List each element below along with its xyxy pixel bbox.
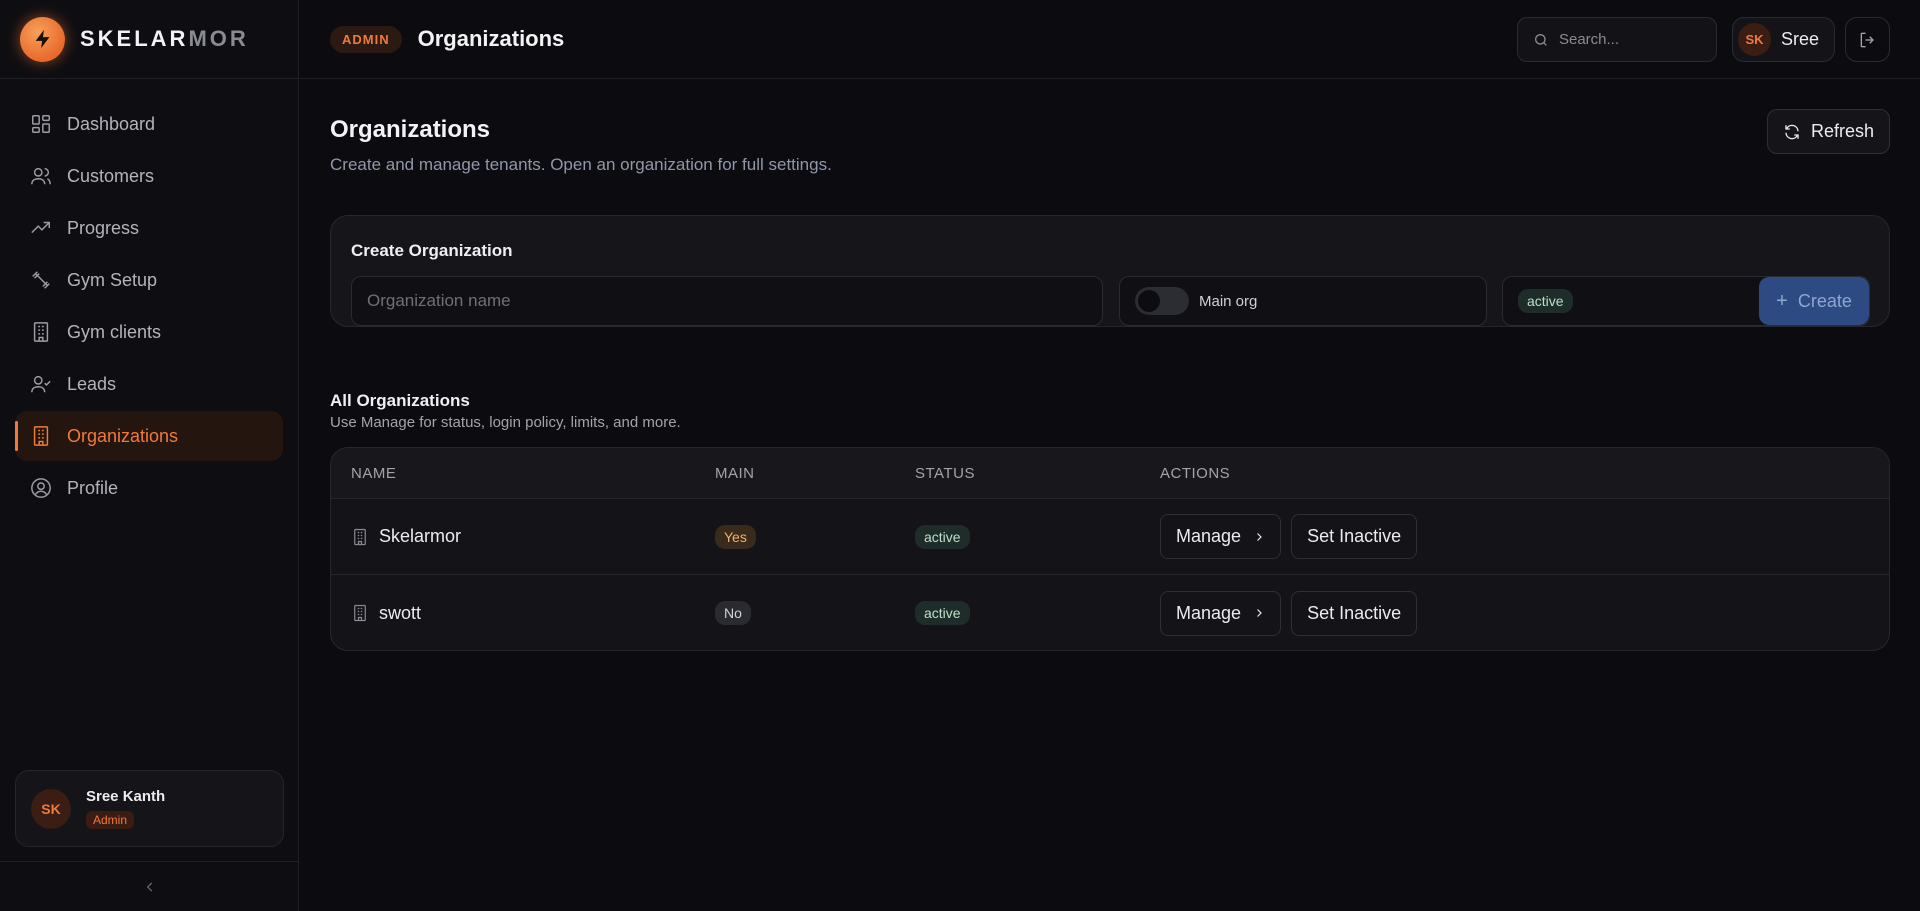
sidebar: SKELARMOR Dashboard Customers Progress G… (0, 0, 299, 911)
brand-name: SKELARMOR (80, 26, 249, 51)
lightning-icon (20, 16, 65, 62)
users-icon (30, 165, 52, 187)
admin-badge: ADMIN (330, 25, 402, 53)
all-organizations-title: All Organizations (330, 391, 470, 410)
table-row: swott No active Manage Set Inactive (331, 575, 1889, 650)
create-label: Create (1797, 290, 1852, 311)
page-subtitle: Create and manage tenants. Open an organ… (330, 155, 832, 174)
set-inactive-label: Set Inactive (1307, 602, 1402, 623)
avatar: SK (31, 788, 71, 829)
manage-label: Manage (1176, 526, 1242, 546)
plus-icon: + (1776, 289, 1788, 312)
role-badge: Admin (86, 811, 135, 829)
sidebar-item-label: Progress (67, 217, 140, 238)
sidebar-item-leads[interactable]: Leads (15, 359, 283, 409)
sidebar-item-progress[interactable]: Progress (15, 203, 283, 253)
sidebar-item-gym-setup[interactable]: Gym Setup (15, 255, 283, 305)
topbar: ADMIN Organizations Search... SK Sree (300, 0, 1920, 79)
organization-name-input[interactable] (351, 276, 1103, 326)
sidebar-item-label: Gym clients (67, 321, 162, 342)
status-badge: active (915, 601, 970, 625)
column-header-actions: ACTIONS (1160, 464, 1231, 482)
refresh-icon (1783, 123, 1801, 141)
refresh-label: Refresh (1810, 121, 1874, 141)
set-inactive-button[interactable]: Set Inactive (1291, 514, 1418, 559)
sidebar-item-gym-clients[interactable]: Gym clients (15, 307, 283, 357)
search-icon (1533, 32, 1549, 48)
status-badge: active (1518, 289, 1573, 313)
avatar: SK (1737, 23, 1771, 56)
building-icon (351, 528, 369, 546)
column-header-name: NAME (351, 464, 397, 482)
org-name-cell: swott (351, 603, 421, 624)
row-actions: Manage Set Inactive (1160, 590, 1418, 636)
main-org-toggle[interactable] (1135, 287, 1189, 315)
main-badge: No (715, 601, 751, 625)
sidebar-item-label: Organizations (67, 425, 179, 446)
user-meta: Sree Kanth Admin (86, 788, 165, 829)
org-name-cell: Skelarmor (351, 526, 461, 547)
logout-icon (1858, 30, 1878, 50)
user-check-icon (30, 373, 52, 395)
search-placeholder: Search... (1558, 31, 1619, 48)
manage-button[interactable]: Manage (1160, 514, 1282, 559)
table-row: Skelarmor Yes active Manage Set Inactive (331, 499, 1889, 575)
sidebar-item-customers[interactable]: Customers (15, 151, 283, 201)
user-name: Sree (1780, 29, 1819, 49)
main-content: Organizations Create and manage tenants.… (330, 79, 1890, 651)
sidebar-item-label: Customers (67, 165, 155, 186)
sidebar-item-organizations[interactable]: Organizations (15, 411, 283, 461)
main-badge: Yes (715, 524, 756, 549)
page-header: Organizations Create and manage tenants.… (330, 79, 1890, 175)
logout-button[interactable] (1845, 17, 1890, 62)
refresh-button[interactable]: Refresh (1766, 109, 1890, 154)
column-header-status: STATUS (915, 464, 975, 482)
user-menu-button[interactable]: SK Sree (1731, 17, 1835, 62)
sidebar-item-label: Gym Setup (67, 269, 158, 290)
chevron-right-icon (1253, 531, 1265, 543)
sidebar-nav: Dashboard Customers Progress Gym Setup G… (0, 79, 298, 513)
all-organizations-subtitle: Use Manage for status, login policy, lim… (330, 414, 681, 431)
dashboard-icon (30, 113, 52, 135)
organizations-table: NAME MAIN STATUS ACTIONS Skelarmor Yes a… (330, 447, 1890, 651)
building-icon (351, 604, 369, 622)
row-actions: Manage Set Inactive (1160, 514, 1418, 559)
user-circle-icon (30, 477, 52, 499)
status-field[interactable]: active + Create (1502, 276, 1870, 326)
set-inactive-button[interactable]: Set Inactive (1291, 590, 1418, 636)
trending-up-icon (30, 217, 52, 239)
sidebar-item-label: Dashboard (67, 113, 156, 134)
search-input[interactable]: Search... (1516, 17, 1717, 62)
table-header: NAME MAIN STATUS ACTIONS (331, 448, 1889, 499)
topbar-actions: Search... SK Sree (1516, 17, 1890, 62)
create-organization-card: Create Organization Main org active + Cr… (330, 215, 1890, 327)
create-button[interactable]: + Create (1759, 277, 1869, 325)
page-title: Organizations (330, 116, 491, 143)
topbar-title: Organizations (417, 26, 565, 51)
sidebar-user-card[interactable]: SK Sree Kanth Admin (15, 770, 284, 847)
sidebar-item-label: Leads (67, 373, 117, 394)
column-header-main: MAIN (715, 464, 755, 482)
set-inactive-label: Set Inactive (1307, 526, 1402, 546)
chevron-right-icon (1253, 607, 1265, 619)
sidebar-item-label: Profile (67, 477, 119, 498)
sidebar-item-dashboard[interactable]: Dashboard (15, 99, 283, 149)
sidebar-item-profile[interactable]: Profile (15, 463, 283, 513)
manage-label: Manage (1176, 602, 1242, 623)
building-icon (30, 321, 52, 343)
status-badge: active (915, 524, 970, 549)
chevron-left-icon (143, 880, 157, 894)
main-org-label: Main org (1199, 292, 1258, 310)
org-name: Skelarmor (379, 526, 462, 546)
user-name: Sree Kanth (86, 788, 166, 805)
building-icon (30, 425, 52, 447)
collapse-sidebar-button[interactable] (0, 861, 299, 911)
brand[interactable]: SKELARMOR (0, 0, 298, 79)
org-name: swott (379, 602, 422, 623)
manage-button[interactable]: Manage (1160, 590, 1282, 636)
dumbbell-icon (30, 269, 52, 291)
create-organization-title: Create Organization (351, 241, 513, 260)
main-org-field: Main org (1119, 276, 1487, 326)
